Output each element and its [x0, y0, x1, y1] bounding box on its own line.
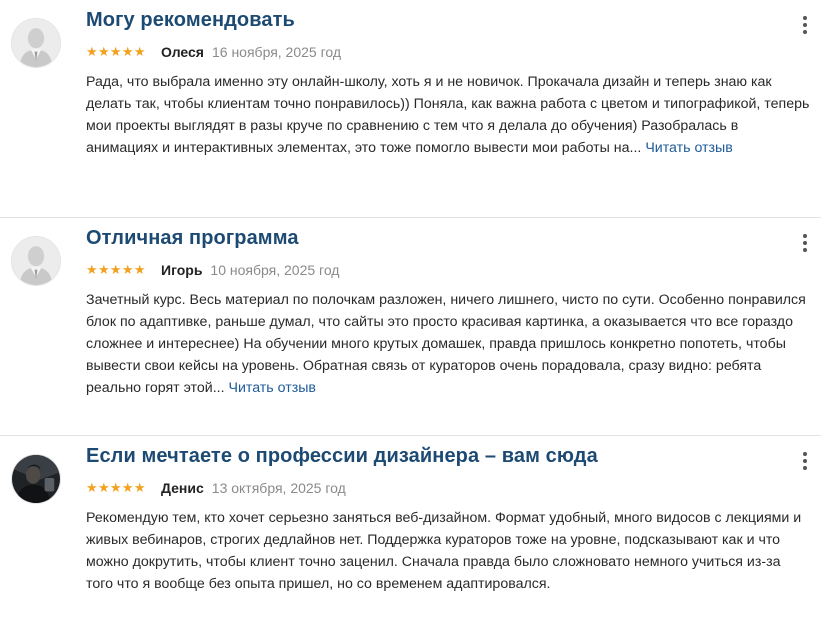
- review-title: Могу рекомендовать: [86, 9, 295, 31]
- review-text: Рекомендую тем, кто хочет серьезно занят…: [86, 507, 811, 595]
- review-text-content: Рекомендую тем, кто хочет серьезно занят…: [86, 510, 802, 592]
- review-author: Олеся: [161, 44, 204, 60]
- review-card: Отличная программа ★★★★★ Игорь 10 ноября…: [0, 218, 821, 436]
- rating-stars: ★★★★★: [86, 44, 146, 59]
- review-date: 10 ноября, 2025 год: [210, 262, 340, 278]
- review-meta: ★★★★★ Денис 13 октября, 2025 год: [86, 478, 346, 498]
- review-title: Отличная программа: [86, 227, 299, 249]
- review-meta: ★★★★★ Игорь 10 ноября, 2025 год: [86, 260, 339, 280]
- more-vertical-icon[interactable]: [797, 15, 813, 35]
- review-date: 13 октября, 2025 год: [211, 480, 346, 496]
- review-author: Игорь: [161, 262, 203, 278]
- read-review-link[interactable]: Читать отзыв: [228, 380, 315, 396]
- read-review-link[interactable]: Читать отзыв: [645, 140, 732, 156]
- review-text-content: Зачетный курс. Весь материал по полочкам…: [86, 292, 806, 396]
- review-text: Зачетный курс. Весь материал по полочкам…: [86, 289, 811, 399]
- more-vertical-icon[interactable]: [797, 233, 813, 253]
- review-author: Денис: [161, 480, 204, 496]
- default-user-avatar-icon: [11, 18, 61, 68]
- user-photo-avatar: [11, 454, 61, 504]
- reviews-list: Могу рекомендовать ★★★★★ Олеся 16 ноября…: [0, 0, 821, 633]
- review-date: 16 ноября, 2025 год: [211, 44, 342, 60]
- review-text: Рада, что выбрала именно эту онлайн-школ…: [86, 71, 811, 159]
- rating-stars: ★★★★★: [86, 262, 146, 277]
- default-user-avatar-icon: [11, 236, 61, 286]
- rating-stars: ★★★★★: [86, 480, 146, 495]
- review-title: Если мечтаете о профессии дизайнера – ва…: [86, 445, 598, 467]
- review-card: Могу рекомендовать ★★★★★ Олеся 16 ноября…: [0, 0, 821, 218]
- review-card: Если мечтаете о профессии дизайнера – ва…: [0, 436, 821, 633]
- more-vertical-icon[interactable]: [797, 451, 813, 471]
- review-meta: ★★★★★ Олеся 16 ноября, 2025 год: [86, 42, 341, 62]
